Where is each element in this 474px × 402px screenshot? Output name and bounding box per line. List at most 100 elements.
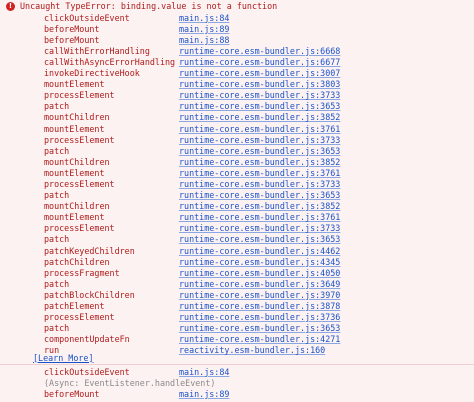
frame-source-link[interactable]: runtime-core.esm-bundler.js:3733 [179, 179, 340, 190]
frame-source-link[interactable]: runtime-core.esm-bundler.js:3761 [179, 168, 340, 179]
frame-source-link[interactable]: runtime-core.esm-bundler.js:3733 [179, 135, 340, 146]
stack-frame: beforeMount main.js:89 [44, 24, 464, 35]
frame-source-link[interactable]: runtime-core.esm-bundler.js:3736 [179, 312, 340, 323]
frame-function: patchChildren [44, 256, 110, 267]
stack-frame: mountElement runtime-core.esm-bundler.js:… [44, 212, 464, 223]
frame-source-link[interactable]: runtime-core.esm-bundler.js:3803 [179, 79, 340, 90]
stack-frame: processElement runtime-core.esm-bundler.j… [44, 223, 464, 234]
console-panel: ! Uncaught TypeError: binding.value is n… [0, 0, 474, 402]
stack-frame: processElement runtime-core.esm-bundler.j… [44, 179, 464, 190]
frame-function: callWithErrorHandling [44, 45, 150, 56]
frame-source-link[interactable]: runtime-core.esm-bundler.js:3653 [179, 101, 340, 112]
stack-frame: patch runtime-core.esm-bundler.js:3653 [44, 146, 464, 157]
stack-frame: componentUpdateFn runtime-core.esm-bundle… [44, 334, 464, 345]
frame-source-link[interactable]: runtime-core.esm-bundler.js:3970 [179, 290, 340, 301]
stack-frame: patch runtime-core.esm-bundler.js:3653 [44, 323, 464, 334]
stack-frame: callWithErrorHandling runtime-core.esm-bu… [44, 46, 464, 57]
frame-source-link[interactable]: runtime-core.esm-bundler.js:3878 [179, 301, 340, 312]
frame-function: processElement [44, 90, 115, 101]
learn-more-link[interactable]: [Learn More] [33, 353, 94, 363]
frame-source-link[interactable]: runtime-core.esm-bundler.js:3653 [179, 146, 340, 157]
stack-frame: patchChildren runtime-core.esm-bundler.js… [44, 257, 464, 268]
frame-function: invokeDirectiveHook [44, 68, 140, 79]
frame-source-link[interactable]: runtime-core.esm-bundler.js:3761 [179, 124, 340, 135]
stack-frame: mountChildren runtime-core.esm-bundler.js… [44, 112, 464, 123]
stack-trace-secondary: clickOutsideEvent main.js:84 (Async: Event… [44, 367, 464, 400]
frame-source-link[interactable]: runtime-core.esm-bundler.js:3852 [179, 112, 340, 123]
frame-source-link[interactable]: runtime-core.esm-bundler.js:3653 [179, 190, 340, 201]
stack-frame: patchBlockChildren runtime-core.esm-bundl… [44, 290, 464, 301]
frame-source-link[interactable]: runtime-core.esm-bundler.js:4271 [179, 334, 340, 345]
frame-source-link[interactable]: runtime-core.esm-bundler.js:4050 [179, 268, 340, 279]
frame-source-link[interactable]: runtime-core.esm-bundler.js:3761 [179, 212, 340, 223]
error-circle-icon: ! [6, 2, 15, 11]
frame-function: mountChildren [44, 201, 110, 212]
stack-frame: beforeMount main.js:88 [44, 35, 464, 46]
stack-frame: mountElement runtime-core.esm-bundler.js:… [44, 124, 464, 135]
frame-source-link[interactable]: main.js:89 [179, 389, 229, 400]
frame-function: mountElement [44, 79, 105, 90]
frame-source-link[interactable]: runtime-core.esm-bundler.js:3733 [179, 223, 340, 234]
frame-source-link[interactable]: runtime-core.esm-bundler.js:6668 [179, 46, 340, 57]
frame-function: processElement [44, 179, 115, 189]
frame-function: processElement [44, 223, 115, 234]
async-boundary-label: (Async: EventListener.handleEvent) [44, 377, 216, 388]
stack-frame: callWithAsyncErrorHandling runtime-core.e… [44, 57, 464, 68]
stack-frame: beforeMount main.js:89 [44, 389, 464, 400]
error-message: Uncaught TypeError: binding.value is not… [20, 1, 278, 11]
frame-function: patch [44, 323, 70, 334]
frame-source-link[interactable]: runtime-core.esm-bundler.js:3852 [179, 157, 340, 168]
frame-function: mountChildren [44, 156, 110, 167]
frame-source-link[interactable]: main.js:84 [179, 13, 229, 24]
frame-source-link[interactable]: runtime-core.esm-bundler.js:6677 [179, 57, 340, 68]
frame-function: processElement [44, 312, 115, 323]
frame-function: beforeMount [44, 388, 100, 399]
frame-source-link[interactable]: runtime-core.esm-bundler.js:3649 [179, 279, 340, 290]
frame-function: beforeMount [44, 34, 100, 45]
frame-source-link[interactable]: runtime-core.esm-bundler.js:4345 [179, 257, 340, 268]
stack-frame: patch runtime-core.esm-bundler.js:3653 [44, 190, 464, 201]
frame-source-link[interactable]: main.js:89 [179, 24, 229, 35]
frame-function: beforeMount [44, 23, 100, 34]
frame-source-link[interactable]: runtime-core.esm-bundler.js:3852 [179, 201, 340, 212]
divider [0, 364, 474, 365]
frame-source-link[interactable]: runtime-core.esm-bundler.js:3653 [179, 234, 340, 245]
stack-frame: processElement runtime-core.esm-bundler.j… [44, 312, 464, 323]
frame-function: patch [44, 278, 70, 289]
frame-source-link[interactable]: reactivity.esm-bundler.js:160 [179, 345, 325, 356]
stack-frame: patchElement runtime-core.esm-bundler.js:… [44, 301, 464, 312]
frame-function: patchKeyedChildren [44, 245, 135, 256]
frame-source-link[interactable]: runtime-core.esm-bundler.js:4462 [179, 246, 340, 257]
frame-function: callWithAsyncErrorHandling [44, 56, 176, 67]
stack-frame: processElement runtime-core.esm-bundler.j… [44, 135, 464, 146]
stack-frame: mountElement runtime-core.esm-bundler.js:… [44, 168, 464, 179]
stack-frame: invokeDirectiveHook runtime-core.esm-bund… [44, 68, 464, 79]
frame-function: patch [44, 145, 70, 156]
stack-frame: run reactivity.esm-bundler.js:160 [44, 345, 464, 356]
frame-source-link[interactable]: runtime-core.esm-bundler.js:3733 [179, 90, 340, 101]
stack-frame: processFragment runtime-core.esm-bundler.… [44, 268, 464, 279]
stack-frame: patch runtime-core.esm-bundler.js:3649 [44, 279, 464, 290]
frame-function: patch [44, 101, 70, 112]
frame-source-link[interactable]: runtime-core.esm-bundler.js:3653 [179, 323, 340, 334]
frame-function: patchBlockChildren [44, 289, 135, 300]
frame-function: patch [44, 234, 70, 245]
stack-frame: (Async: EventListener.handleEvent) [44, 378, 464, 389]
stack-frame: clickOutsideEvent main.js:84 [44, 13, 464, 24]
stack-frame: mountChildren runtime-core.esm-bundler.js… [44, 201, 464, 212]
frame-source-link[interactable]: main.js:88 [179, 35, 229, 46]
frame-function: patchElement [44, 301, 105, 312]
stack-frame: clickOutsideEvent main.js:84 [44, 367, 464, 378]
frame-source-link[interactable]: runtime-core.esm-bundler.js:3007 [179, 68, 340, 79]
stack-frame: mountElement runtime-core.esm-bundler.js:… [44, 79, 464, 90]
stack-trace: clickOutsideEvent main.js:84 beforeMount ma… [44, 13, 464, 357]
stack-frame: processElement runtime-core.esm-bundler.j… [44, 90, 464, 101]
frame-function: processElement [44, 134, 115, 145]
frame-function: mountChildren [44, 112, 110, 123]
stack-frame: mountChildren runtime-core.esm-bundler.js… [44, 157, 464, 168]
frame-function: mountElement [44, 167, 105, 178]
frame-function: mountElement [44, 123, 105, 134]
frame-source-link[interactable]: main.js:84 [179, 367, 229, 378]
frame-function: processFragment [44, 267, 120, 278]
stack-frame: patchKeyedChildren runtime-core.esm-bundl… [44, 246, 464, 257]
